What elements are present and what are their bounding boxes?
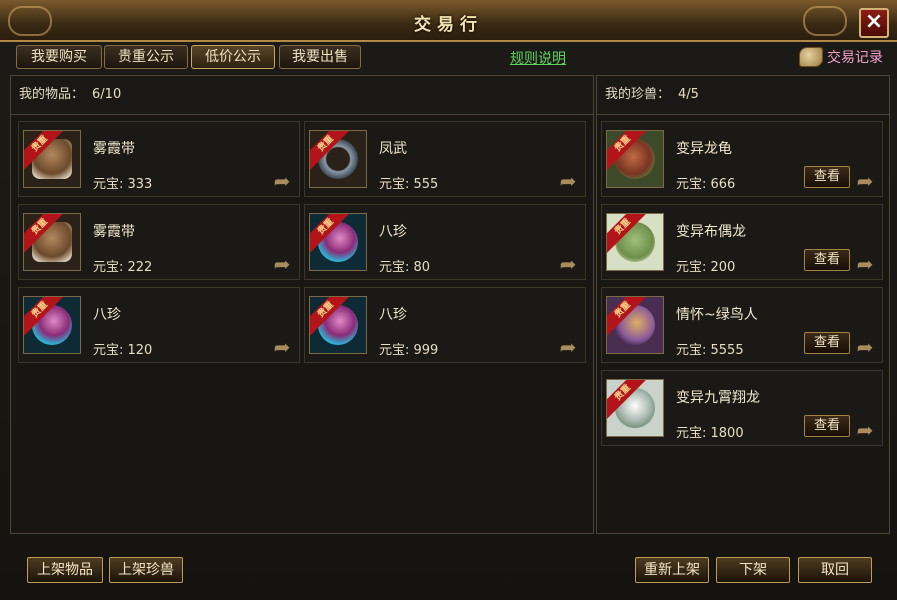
pet-card[interactable]: 贵重 变异龙龟 元宝: 666 查看 ➦ <box>601 121 883 197</box>
view-button[interactable]: 查看 <box>804 332 850 354</box>
item-name: 雾霞带 <box>93 141 135 157</box>
share-arrow-icon[interactable]: ➦ <box>557 337 579 357</box>
pet-name: 变异九霄翔龙 <box>676 390 760 406</box>
item-price: 元宝: 120 <box>93 343 153 358</box>
pet-price: 元宝: 5555 <box>676 343 744 358</box>
pearl-ring-icon: 贵重 <box>23 296 81 354</box>
item-card[interactable]: 贵重 八珍 元宝: 80 ➦ <box>304 204 586 280</box>
item-name: 雾霞带 <box>93 224 135 240</box>
sky-dragon-icon: 贵重 <box>606 379 664 437</box>
item-name: 八珍 <box>93 307 121 323</box>
pearl-ring-icon: 贵重 <box>309 296 367 354</box>
item-price: 元宝: 555 <box>379 177 439 192</box>
view-button[interactable]: 查看 <box>804 249 850 271</box>
retrieve-button[interactable]: 取回 <box>798 557 872 583</box>
my-pets-label: 我的珍兽： <box>605 87 671 102</box>
rules-link[interactable]: 规则说明 <box>510 48 566 68</box>
belt-icon: 贵重 <box>23 130 81 188</box>
pet-name: 情怀~绿鸟人 <box>676 307 758 323</box>
close-icon: × <box>864 9 884 34</box>
item-name: 凤武 <box>379 141 407 157</box>
my-pets-count: 4/5 <box>678 87 699 102</box>
view-button[interactable]: 查看 <box>804 415 850 437</box>
close-button[interactable]: × <box>859 8 889 38</box>
trade-record-label: 交易记录 <box>827 50 883 66</box>
pet-price: 元宝: 666 <box>676 177 736 192</box>
pet-name: 变异龙龟 <box>676 141 732 157</box>
tab-sell[interactable]: 我要出售 <box>279 45 361 69</box>
share-arrow-icon[interactable]: ➦ <box>854 254 876 274</box>
share-arrow-icon[interactable]: ➦ <box>854 420 876 440</box>
view-button[interactable]: 查看 <box>804 166 850 188</box>
trade-record-button[interactable]: 交易记录 <box>799 46 883 68</box>
item-price: 元宝: 333 <box>93 177 153 192</box>
bird-man-icon: 贵重 <box>606 296 664 354</box>
item-name: 八珍 <box>379 224 407 240</box>
pet-card[interactable]: 贵重 变异九霄翔龙 元宝: 1800 查看 ➦ <box>601 370 883 446</box>
item-card[interactable]: 贵重 凤武 元宝: 555 ➦ <box>304 121 586 197</box>
item-card[interactable]: 贵重 八珍 元宝: 120 ➦ <box>18 287 300 363</box>
item-price: 元宝: 222 <box>93 260 153 275</box>
trade-window: 交易行 × 我要购买 贵重公示 低价公示 我要出售 规则说明 交易记录 我的物品… <box>0 0 897 600</box>
pet-card[interactable]: 贵重 变异布偶龙 元宝: 200 查看 ➦ <box>601 204 883 280</box>
list-item-button[interactable]: 上架物品 <box>27 557 103 583</box>
my-pets-panel: 我的珍兽： 4/5 贵重 变异龙龟 元宝: 666 查看 ➦ 贵重 变异布偶龙 元… <box>596 75 890 534</box>
list-pet-button[interactable]: 上架珍兽 <box>109 557 183 583</box>
share-arrow-icon[interactable]: ➦ <box>271 171 293 191</box>
item-card[interactable]: 贵重 雾霞带 元宝: 333 ➦ <box>18 121 300 197</box>
puppet-dragon-icon: 贵重 <box>606 213 664 271</box>
my-items-label: 我的物品： <box>19 87 85 102</box>
item-card[interactable]: 贵重 八珍 元宝: 999 ➦ <box>304 287 586 363</box>
pet-card[interactable]: 贵重 情怀~绿鸟人 元宝: 5555 查看 ➦ <box>601 287 883 363</box>
title-bar: 交易行 × <box>0 0 897 42</box>
share-arrow-icon[interactable]: ➦ <box>271 254 293 274</box>
item-name: 八珍 <box>379 307 407 323</box>
tab-lowprice-notice[interactable]: 低价公示 <box>191 45 275 69</box>
item-price: 元宝: 999 <box>379 343 439 358</box>
dragon-turtle-icon: 贵重 <box>606 130 664 188</box>
item-price: 元宝: 80 <box>379 260 431 275</box>
my-items-count: 6/10 <box>92 87 122 102</box>
share-arrow-icon[interactable]: ➦ <box>854 337 876 357</box>
item-card[interactable]: 贵重 雾霞带 元宝: 222 ➦ <box>18 204 300 280</box>
relist-button[interactable]: 重新上架 <box>635 557 709 583</box>
share-arrow-icon[interactable]: ➦ <box>271 337 293 357</box>
pet-name: 变异布偶龙 <box>676 224 746 240</box>
bracelet-icon: 贵重 <box>309 130 367 188</box>
share-arrow-icon[interactable]: ➦ <box>557 171 579 191</box>
pet-price: 元宝: 1800 <box>676 426 744 441</box>
pearl-ring-icon: 贵重 <box>309 213 367 271</box>
share-arrow-icon[interactable]: ➦ <box>557 254 579 274</box>
tab-buy[interactable]: 我要购买 <box>16 45 102 69</box>
tab-valuable-notice[interactable]: 贵重公示 <box>104 45 188 69</box>
pet-price: 元宝: 200 <box>676 260 736 275</box>
scroll-icon <box>799 47 823 67</box>
my-pets-header: 我的珍兽： 4/5 <box>597 76 889 115</box>
delist-button[interactable]: 下架 <box>716 557 790 583</box>
belt-icon: 贵重 <box>23 213 81 271</box>
share-arrow-icon[interactable]: ➦ <box>854 171 876 191</box>
window-title: 交易行 <box>414 15 483 35</box>
my-items-header: 我的物品： 6/10 <box>11 76 593 115</box>
my-items-panel: 我的物品： 6/10 贵重 雾霞带 元宝: 333 ➦ 贵重 凤武 元宝: 555… <box>10 75 594 534</box>
